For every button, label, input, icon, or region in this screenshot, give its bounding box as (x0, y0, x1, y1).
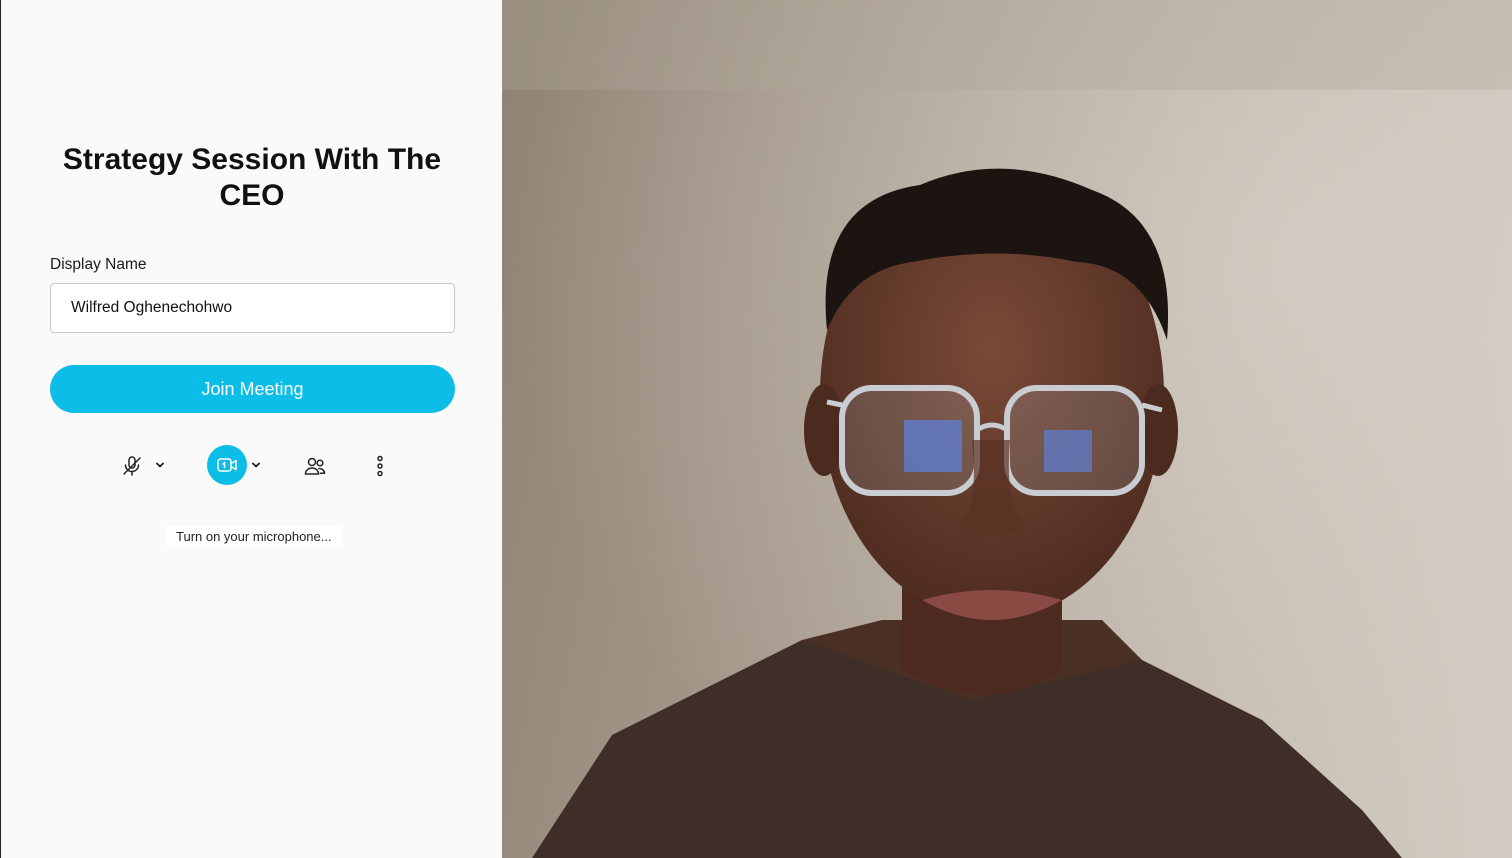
camera-options-button[interactable] (247, 456, 265, 474)
prejoin-panel: Strategy Session With The CEO Display Na… (0, 0, 502, 858)
video-camera-icon (217, 458, 237, 472)
camera-preview-person (502, 0, 1512, 858)
microphone-hint: Turn on your microphone... (166, 526, 342, 547)
join-meeting-button[interactable]: Join Meeting (50, 365, 455, 413)
more-vertical-icon (377, 455, 383, 477)
chevron-down-icon (252, 462, 260, 468)
more-options-button[interactable] (367, 451, 393, 481)
camera-preview (502, 0, 1512, 858)
participants-button[interactable] (300, 451, 330, 481)
display-name-label: Display Name (50, 256, 147, 273)
meeting-title: Strategy Session With The CEO (62, 143, 442, 212)
camera-toggle-button[interactable] (207, 445, 247, 485)
device-controls (1, 442, 503, 488)
microphone-toggle-button[interactable] (117, 451, 147, 481)
microphone-off-icon (123, 456, 141, 476)
chevron-down-icon (156, 462, 164, 468)
display-name-input[interactable] (50, 283, 455, 333)
people-icon (304, 457, 326, 475)
microphone-options-button[interactable] (151, 456, 169, 474)
